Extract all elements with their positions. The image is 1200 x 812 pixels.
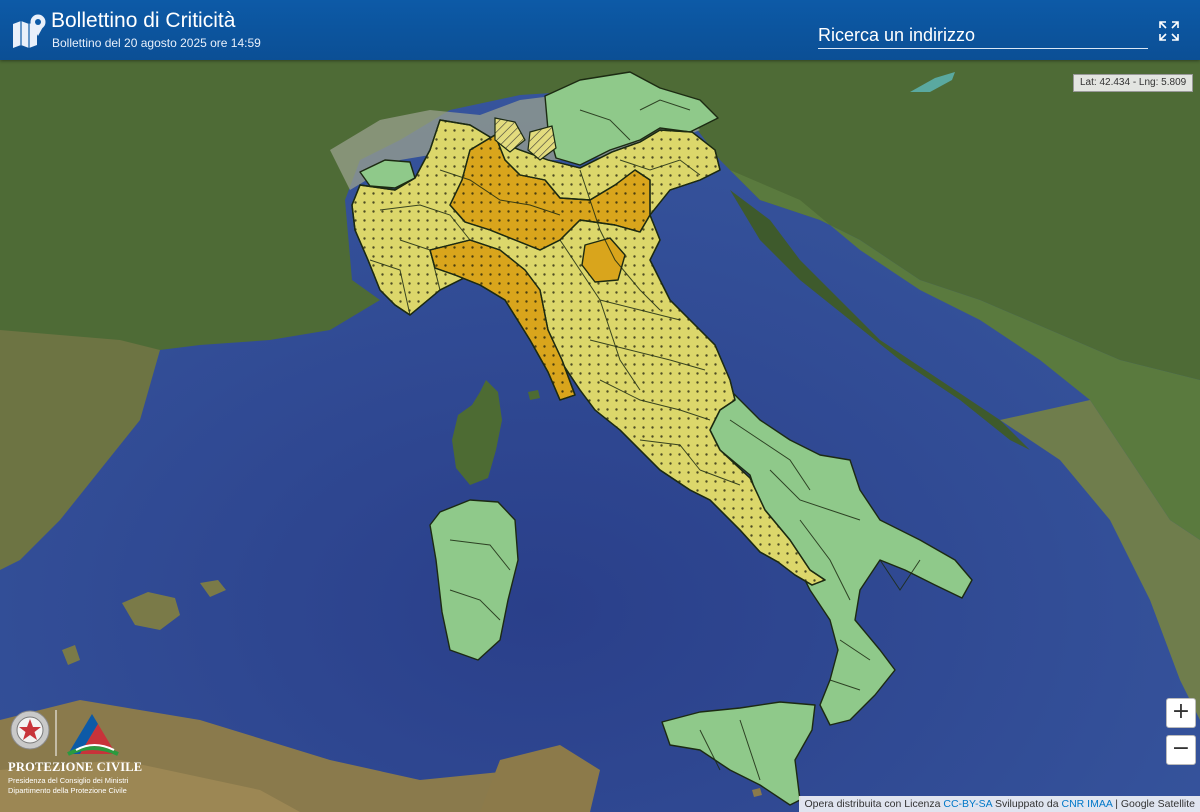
coordinates-readout: Lat: 42.434 - Lng: 5.809 <box>1073 74 1194 92</box>
fullscreen-icon[interactable] <box>1158 20 1180 42</box>
map-attribution: Opera distribuita con Licenza CC-BY-SA S… <box>799 796 1200 812</box>
address-search-input[interactable] <box>818 22 1148 49</box>
emblem-icon <box>10 710 119 756</box>
zoom-in-button[interactable]: + <box>1166 698 1196 728</box>
license-link[interactable]: CC-BY-SA <box>943 798 992 810</box>
zoom-out-button[interactable]: − <box>1166 735 1196 765</box>
developer-link[interactable]: CNR IMAA <box>1062 798 1113 810</box>
attribution-separator: | <box>1115 798 1118 810</box>
basemap-name: Google Satellite <box>1120 798 1195 810</box>
header-bar: Bollettino di Criticità Bollettino del 2… <box>0 0 1200 60</box>
page-title: Bollettino di Criticità <box>51 9 236 32</box>
attribution-middle: Sviluppato da <box>994 798 1059 810</box>
logo-subtitle-2: Dipartimento della Protezione Civile <box>8 786 127 795</box>
logo-subtitle-1: Presidenza del Consiglio dei Ministri <box>8 776 129 785</box>
protezione-civile-logo[interactable]: PROTEZIONE CIVILE Presidenza del Consigl… <box>6 706 142 802</box>
map-canvas[interactable] <box>0 0 1200 812</box>
logo-title: PROTEZIONE CIVILE <box>8 760 143 774</box>
bulletin-date: Bollettino del 20 agosto 2025 ore 14:59 <box>52 36 261 50</box>
attribution-prefix: Opera distribuita con Licenza <box>804 798 941 810</box>
map-pin-icon <box>13 14 46 48</box>
